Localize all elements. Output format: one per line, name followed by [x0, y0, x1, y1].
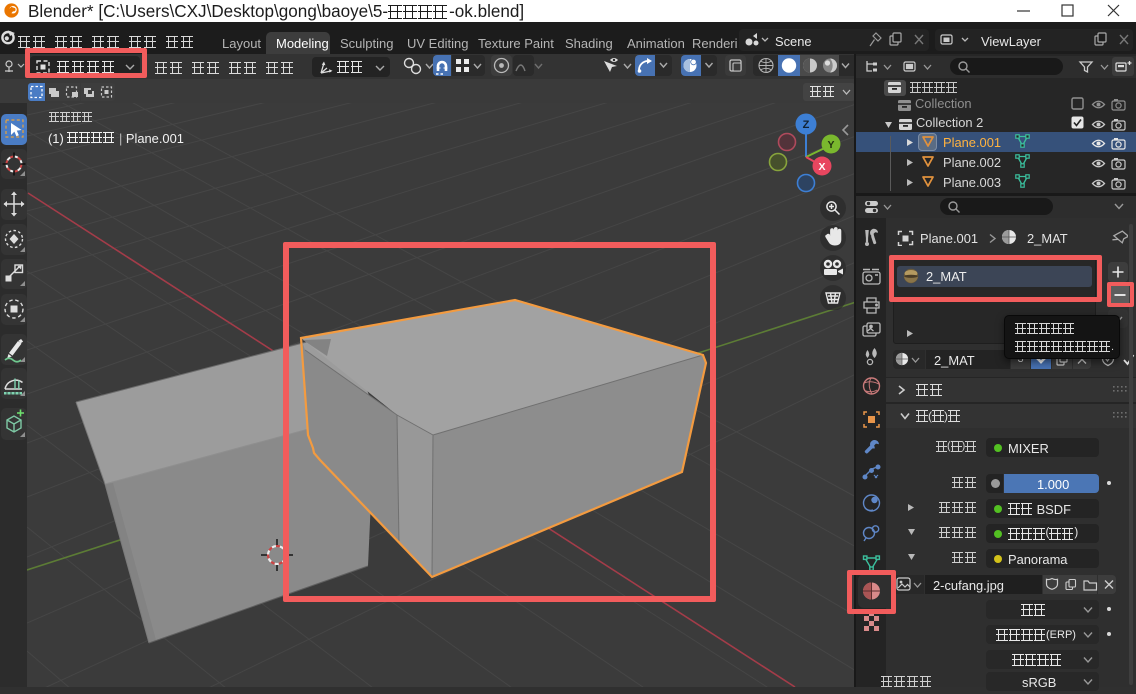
svg-text:Y: Y [827, 139, 834, 151]
svg-text:X: X [818, 161, 825, 173]
svg-text:Z: Z [803, 119, 810, 131]
